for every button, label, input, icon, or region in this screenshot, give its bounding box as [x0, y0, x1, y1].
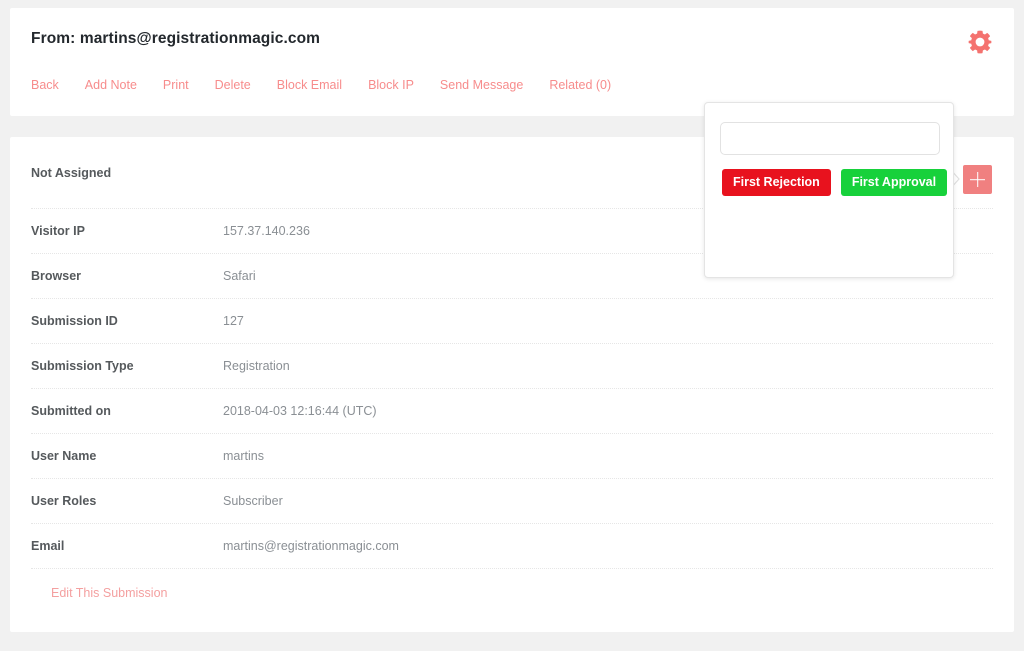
first-approval-button[interactable]: First Approval: [840, 169, 948, 196]
row-value-email: martins@registrationmagic.com: [223, 539, 399, 553]
nav-link-send-message[interactable]: Send Message: [440, 78, 523, 92]
plus-icon: [963, 165, 992, 194]
table-row: Submission Type Registration: [31, 344, 993, 389]
submission-actions-nav: Back Add Note Print Delete Block Email B…: [31, 78, 611, 92]
nav-link-block-ip[interactable]: Block IP: [368, 78, 414, 92]
row-value-user-roles: Subscriber: [223, 494, 283, 508]
row-label-submission-type: Submission Type: [31, 359, 134, 373]
row-value-visitor-ip: 157.37.140.236: [223, 224, 310, 238]
table-row: Submitted on 2018-04-03 12:16:44 (UTC): [31, 389, 993, 434]
row-label-email: Email: [31, 539, 65, 553]
row-label-submission-id: Submission ID: [31, 314, 118, 328]
edit-submission-wrap: Edit This Submission: [10, 584, 1014, 602]
row-value-submission-type: Registration: [223, 359, 290, 373]
table-row: Submission ID 127: [31, 299, 993, 344]
row-value-browser: Safari: [223, 269, 256, 283]
nav-link-delete[interactable]: Delete: [215, 78, 251, 92]
table-row: User Roles Subscriber: [31, 479, 993, 524]
row-label-browser: Browser: [31, 269, 82, 283]
submission-header-card: From: martins@registrationmagic.com Back…: [10, 8, 1014, 116]
page-title: From: martins@registrationmagic.com: [31, 30, 321, 47]
status-popover: First Rejection First Approval: [704, 102, 954, 278]
row-label-submitted-on: Submitted on: [31, 404, 111, 418]
assignment-status-label: Not Assigned: [31, 165, 112, 180]
gear-icon[interactable]: [966, 28, 994, 56]
edit-submission-link[interactable]: Edit This Submission: [51, 586, 168, 600]
nav-link-print[interactable]: Print: [163, 78, 189, 92]
table-row: User Name martins: [31, 434, 993, 479]
nav-link-block-email[interactable]: Block Email: [277, 78, 342, 92]
row-label-user-roles: User Roles: [31, 494, 97, 508]
nav-link-add-note[interactable]: Add Note: [85, 78, 137, 92]
row-value-submitted-on: 2018-04-03 12:16:44 (UTC): [223, 404, 377, 418]
row-value-user-name: martins: [223, 449, 264, 463]
add-status-button[interactable]: [963, 165, 992, 194]
page-root: From: martins@registrationmagic.com Back…: [0, 0, 1024, 651]
nav-link-back[interactable]: Back: [31, 78, 59, 92]
row-label-visitor-ip: Visitor IP: [31, 224, 85, 238]
nav-link-related[interactable]: Related (0): [549, 78, 611, 92]
popover-button-group: First Rejection First Approval: [722, 169, 948, 196]
row-label-user-name: User Name: [31, 449, 97, 463]
status-name-input[interactable]: [720, 122, 940, 155]
first-rejection-button[interactable]: First Rejection: [722, 169, 831, 196]
row-value-submission-id: 127: [223, 314, 244, 328]
table-row: Email martins@registrationmagic.com: [31, 524, 993, 569]
